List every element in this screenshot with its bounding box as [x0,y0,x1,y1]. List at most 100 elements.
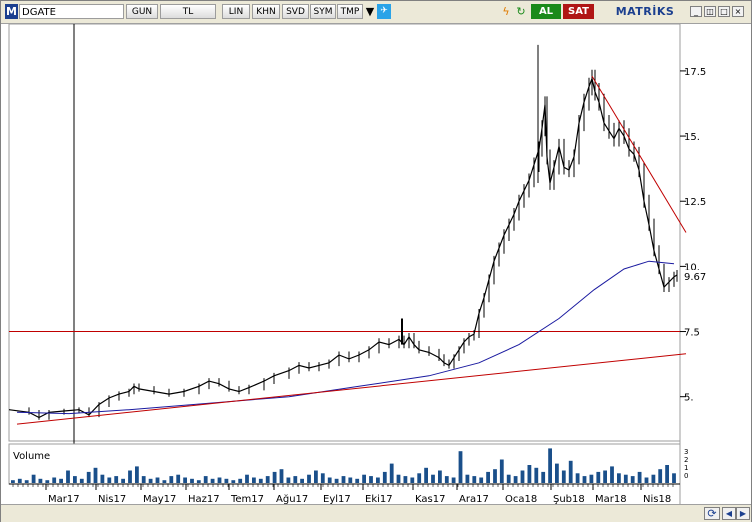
volume-bar [59,478,63,483]
x-tick-label: Mar17 [48,494,80,504]
twitter-icon[interactable]: ✈ [377,4,391,19]
volume-bar [658,469,663,483]
volume-bar [582,476,587,483]
sym-button[interactable]: SYM [310,4,336,19]
volume-bar [307,474,311,483]
volume-bar [293,476,298,483]
refresh-icon[interactable]: ↻ [514,4,528,19]
volume-bar [672,473,676,483]
volume-bar [31,474,36,483]
period-button[interactable]: GUN [126,4,158,19]
dropdown-arrow-icon[interactable]: ▼ [363,4,377,19]
brand-label: MATRİKS [615,5,675,18]
sell-button[interactable]: SAT [563,4,594,19]
restore-button[interactable]: ◫ [704,6,716,17]
volume-bar [210,478,215,483]
volume-bar [479,477,484,483]
volume-scale-label: 2 [684,456,688,464]
volume-bar [162,480,167,483]
volume-bar [382,471,387,483]
price-chart[interactable]: 17.515.12.510.7.55. 9.67 3210 Mar17 Nis17… [1,24,751,504]
volume-bar [410,477,415,483]
volume-bar [534,467,539,483]
volume-bar [148,478,153,483]
volume-bar [665,465,669,483]
volume-bar [438,470,442,483]
volume-bar [610,466,614,483]
volume-bar [431,474,435,483]
volume-bar [548,448,552,483]
sync-icon[interactable]: ⟳ [704,507,720,520]
volume-bar [513,476,518,483]
volume-bar [637,471,642,483]
volume-bar [135,466,139,483]
volume-bar [272,471,277,483]
volume-bar [114,476,119,483]
volume-bar [472,476,477,483]
volume-bar [93,467,98,483]
volume-bar [603,470,607,483]
volume-bar [541,471,546,483]
x-tick-label: Ara17 [459,494,489,504]
volume-bar [100,474,105,483]
volume-bar [555,463,559,483]
volume-bar [362,474,366,483]
price-panel [8,24,681,442]
y-tick-label: 5. [684,393,694,404]
last-price-label: 9.67 [684,272,706,283]
buy-button[interactable]: AL [531,4,561,19]
khn-button[interactable]: KHN [252,4,280,19]
template-button[interactable]: TMP [337,4,363,19]
volume-bar [24,480,29,483]
volume-bar [623,474,628,483]
volume-bar [568,460,573,483]
volume-bar [155,477,160,483]
svd-button[interactable]: SVD [282,4,309,19]
volume-bar [589,474,594,483]
volume-bar [451,477,456,483]
volume-bar [231,480,236,483]
scroll-left-button[interactable]: ◀ [722,507,736,520]
volume-bar [389,463,394,483]
volume-bar [376,477,380,483]
minimize-button[interactable]: _ [690,6,702,17]
volume-bar [465,474,470,483]
maximize-button[interactable]: □ [718,6,730,17]
volume-bar [121,478,125,483]
volume-bar [245,474,249,483]
y-tick-label: 15. [684,132,700,143]
volume-bar [506,474,511,483]
scroll-right-button[interactable]: ▶ [736,507,750,520]
matriks-logo: M [5,4,18,19]
volume-bar [86,471,91,483]
volume-bar [369,476,373,483]
currency-button[interactable]: TL [160,4,216,19]
volume-bar [38,478,43,483]
volume-bar [348,477,353,483]
volume-bar [238,478,243,483]
toolbar: M DGATE GUN TL LIN KHN SVD SYM TMP ▼ ✈ ϟ… [1,1,751,24]
volume-bar [644,477,649,483]
volume-bar [286,477,291,483]
x-tick-label: Eyl17 [323,494,351,504]
symbol-input[interactable]: DGATE [19,4,124,19]
volume-bar [73,476,77,483]
volume-bar [575,473,580,483]
x-tick-label: Mar18 [595,494,627,504]
x-tick-label: Şub18 [553,494,585,504]
volume-bar [196,480,201,483]
volume-bar [252,477,256,483]
volume-bar [403,476,408,483]
volume-bar [52,477,57,483]
volume-bar [141,476,146,483]
chart-window: M DGATE GUN TL LIN KHN SVD SYM TMP ▼ ✈ ϟ… [0,0,752,522]
lightning-icon[interactable]: ϟ [499,4,513,19]
volume-bar [520,470,525,483]
volume-bar [651,474,656,483]
linear-scale-button[interactable]: LIN [222,4,250,19]
volume-bar [45,480,50,483]
volume-bar [444,476,449,483]
close-button[interactable]: × [732,6,744,17]
volume-bar [258,478,263,483]
volume-bar [596,471,601,483]
